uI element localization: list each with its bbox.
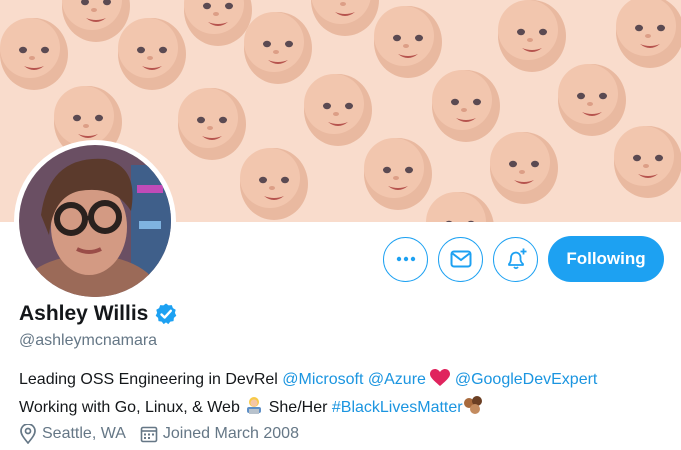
message-button[interactable] xyxy=(438,236,483,282)
profile-meta: Seattle, WA Joined March 2008 xyxy=(19,424,313,444)
verified-badge-icon xyxy=(154,302,178,326)
profile-actions: Following xyxy=(383,236,664,282)
more-icon xyxy=(396,256,415,262)
red-heart-icon xyxy=(430,369,451,395)
following-button[interactable]: Following xyxy=(548,236,664,282)
joined-item: Joined March 2008 xyxy=(140,425,299,443)
notifications-button[interactable] xyxy=(493,236,538,282)
avatar-image xyxy=(19,145,171,297)
more-button[interactable] xyxy=(383,236,428,282)
location-item: Seattle, WA xyxy=(19,424,126,444)
display-name: Ashley Willis xyxy=(19,302,149,325)
location-pin-icon xyxy=(20,424,36,444)
joined-text: Joined March 2008 xyxy=(162,425,299,442)
profile-name-row: Ashley Willis xyxy=(19,302,178,326)
pronouns-text: She/Her xyxy=(264,399,332,416)
raised-fists-emoji-icon xyxy=(463,395,485,423)
technologist-emoji-icon xyxy=(244,395,264,423)
location-text: Seattle, WA xyxy=(42,425,126,442)
bio-line-1: Leading OSS Engineering in DevRel @Micro… xyxy=(19,368,597,395)
avatar[interactable] xyxy=(14,140,176,302)
bio-text: Leading OSS Engineering in DevRel xyxy=(19,371,283,388)
hashtag-blacklivesmatter-link[interactable]: #BlackLivesMatter xyxy=(332,399,463,416)
bio-text-2: Working with Go, Linux, & Web xyxy=(19,399,245,416)
bio-line-2: Working with Go, Linux, & Web She/Her #B… xyxy=(19,395,597,423)
mention-googledevexpert-link[interactable]: @GoogleDevExpert xyxy=(455,371,598,388)
profile-handle: @ashleymcnamara xyxy=(19,332,158,349)
mail-icon xyxy=(450,250,471,268)
mention-azure-link[interactable]: @Azure xyxy=(368,371,426,388)
bell-plus-icon xyxy=(507,248,526,270)
profile-bio: Leading OSS Engineering in DevRel @Micro… xyxy=(19,368,597,423)
calendar-icon xyxy=(140,426,158,443)
mention-microsoft-link[interactable]: @Microsoft xyxy=(282,371,363,388)
